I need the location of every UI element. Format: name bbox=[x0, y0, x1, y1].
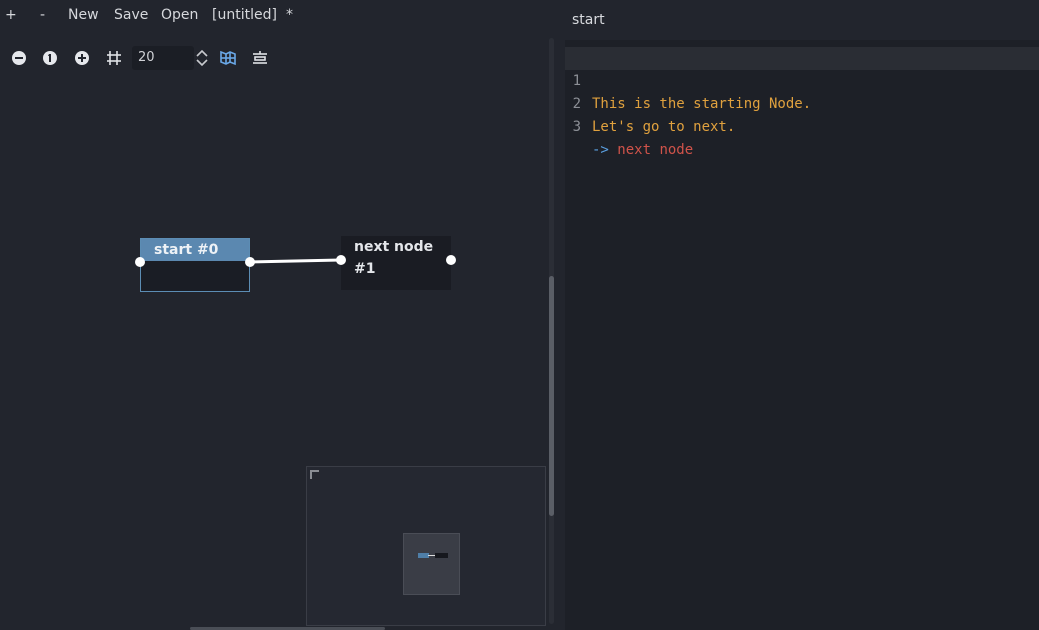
open-button[interactable]: Open bbox=[161, 7, 198, 23]
minimap[interactable] bbox=[306, 466, 546, 626]
jump-arrow: -> bbox=[592, 142, 609, 158]
editor-title: start bbox=[565, 0, 1039, 40]
minimap-icon[interactable] bbox=[219, 49, 237, 67]
zoom-reset-icon[interactable] bbox=[41, 49, 59, 67]
node-output-port[interactable] bbox=[446, 255, 456, 265]
grid-snap-icon[interactable] bbox=[105, 49, 123, 67]
zoom-in-icon[interactable] bbox=[73, 49, 91, 67]
graph-pane: + - New Save Open [untitled] * 20 start … bbox=[0, 0, 556, 630]
node-input-port[interactable] bbox=[336, 255, 346, 265]
line-text: -> next node bbox=[592, 139, 693, 162]
snap-distance-field[interactable]: 20 bbox=[132, 46, 194, 70]
pane-splitter[interactable] bbox=[556, 0, 565, 630]
minimap-node bbox=[435, 553, 448, 558]
spinbox-arrows-icon[interactable] bbox=[194, 48, 210, 68]
jump-target: next node bbox=[617, 142, 694, 158]
vertical-scrollbar[interactable] bbox=[549, 38, 554, 624]
node-title: next node #1 bbox=[354, 239, 434, 277]
code-line[interactable]: 1 This is the starting Node. bbox=[565, 47, 1039, 112]
code-line[interactable]: 3 -> next node bbox=[565, 93, 1039, 158]
file-name: [untitled] bbox=[212, 7, 277, 23]
graph-node-start[interactable]: start #0 bbox=[140, 238, 250, 292]
scrollbar-thumb[interactable] bbox=[549, 276, 554, 516]
code-editor[interactable]: 1 This is the starting Node. 2 Let's go … bbox=[565, 47, 1039, 158]
zoom-out-icon[interactable] bbox=[10, 49, 28, 67]
node-input-port[interactable] bbox=[135, 257, 145, 267]
node-title: start #0 bbox=[141, 239, 249, 261]
add-node-button[interactable]: + bbox=[5, 7, 17, 23]
code-line[interactable]: 2 Let's go to next. bbox=[565, 70, 1039, 135]
minimap-viewport[interactable] bbox=[403, 533, 460, 595]
save-button[interactable]: Save bbox=[114, 7, 148, 23]
arrange-nodes-icon[interactable] bbox=[251, 49, 269, 67]
modified-indicator: * bbox=[286, 7, 293, 23]
editor-pane: start 1 This is the starting Node. 2 Let… bbox=[565, 0, 1039, 630]
remove-node-button[interactable]: - bbox=[40, 7, 45, 23]
node-output-port[interactable] bbox=[245, 257, 255, 267]
graph-node-next[interactable]: next node #1 bbox=[341, 236, 451, 290]
menubar: + - New Save Open [untitled] * bbox=[0, 0, 556, 32]
resize-handle-icon[interactable] bbox=[310, 470, 319, 479]
line-number: 3 bbox=[572, 119, 581, 135]
graph-toolbar: 20 bbox=[0, 42, 556, 74]
new-button[interactable]: New bbox=[68, 7, 99, 23]
